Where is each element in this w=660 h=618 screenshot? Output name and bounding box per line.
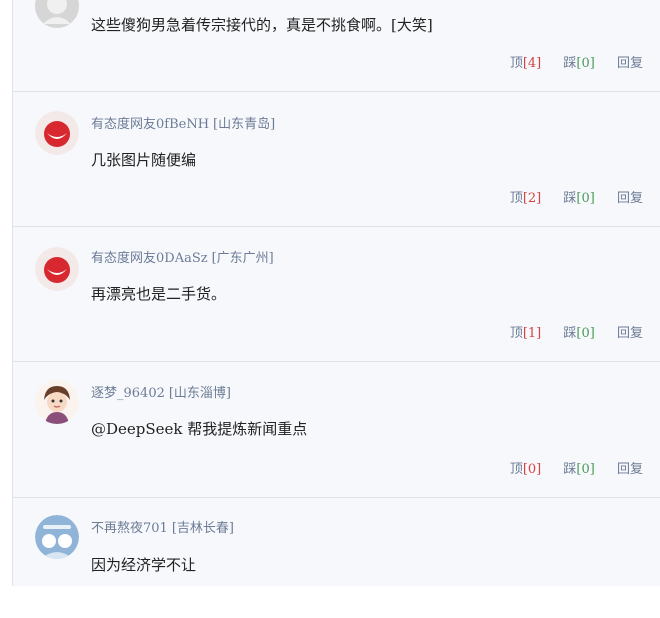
comment-list: 这些傻狗男急着传宗接代的，真是不挑食啊。[大笑] 顶[4] 踩[0] 回复 有态… (12, 0, 660, 586)
avatar[interactable] (35, 0, 79, 28)
upvote-button[interactable]: 顶[2] (510, 191, 541, 206)
downvote-button[interactable]: 踩[0] (563, 326, 594, 341)
location: [山东青岛] (213, 117, 276, 132)
upvote-label: 顶 (509, 56, 523, 71)
upvote-count: [2] (522, 191, 542, 206)
cartoon-avatar-icon (35, 515, 79, 559)
reply-button[interactable]: 回复 (617, 326, 643, 341)
upvote-label: 顶 (509, 191, 523, 206)
location: [吉林长春] (171, 521, 234, 536)
username[interactable]: 有态度网友0DAaSz (91, 251, 208, 266)
comment-actions: 顶[4] 踩[0] 回复 (492, 52, 643, 71)
comment-text: @DeepSeek 帮我提炼新闻重点 (91, 420, 308, 438)
downvote-label: 踩 (563, 326, 577, 341)
upvote-count: [4] (522, 56, 542, 71)
comment-actions: 顶[1] 踩[0] 回复 (492, 322, 643, 341)
username[interactable]: 不再熬夜701 (91, 521, 168, 536)
comment-text: 再漂亮也是二手货。 (91, 285, 227, 303)
downvote-label: 踩 (563, 56, 577, 71)
comment-item: 不再熬夜701 [吉林长春] 因为经济学不让 (13, 498, 660, 618)
cartoon-boy-avatar-icon (35, 380, 79, 424)
avatar[interactable] (35, 111, 79, 155)
upvote-button[interactable]: 顶[4] (510, 56, 541, 71)
comment-item: 逐梦_96402 [山东淄博] @DeepSeek 帮我提炼新闻重点 顶[0] 踩… (13, 362, 660, 498)
upvote-button[interactable]: 顶[0] (510, 462, 541, 477)
comment-item: 有态度网友0fBeNH [山东青岛] 几张图片随便编 顶[2] 踩[0] 回复 (13, 91, 660, 227)
location: [广东广州] (211, 251, 274, 266)
comment-meta: 不再熬夜701 [吉林长春] (91, 517, 234, 536)
reply-button[interactable]: 回复 (617, 462, 643, 477)
avatar[interactable] (35, 515, 79, 559)
username[interactable]: 逐梦_96402 (91, 386, 165, 401)
comment-text: 这些傻狗男急着传宗接代的，真是不挑食啊。[大笑] (91, 16, 433, 34)
netease-logo-icon (35, 111, 79, 155)
avatar[interactable] (35, 380, 79, 424)
comment-actions: 顶[2] 踩[0] 回复 (492, 187, 643, 206)
downvote-button[interactable]: 踩[0] (563, 462, 594, 477)
downvote-button[interactable]: 踩[0] (563, 191, 594, 206)
comment-item: 有态度网友0DAaSz [广东广州] 再漂亮也是二手货。 顶[1] 踩[0] 回复 (13, 227, 660, 362)
upvote-count: [1] (522, 326, 542, 341)
upvote-label: 顶 (509, 462, 523, 477)
downvote-count: [0] (576, 56, 595, 71)
reply-button[interactable]: 回复 (617, 191, 643, 206)
downvote-count: [0] (576, 326, 595, 341)
downvote-button[interactable]: 踩[0] (563, 56, 594, 71)
comment-item: 这些傻狗男急着传宗接代的，真是不挑食啊。[大笑] 顶[4] 踩[0] 回复 (13, 0, 660, 92)
comment-meta: 有态度网友0DAaSz [广东广州] (91, 247, 274, 266)
downvote-count: [0] (576, 462, 595, 477)
avatar[interactable] (35, 247, 79, 291)
downvote-label: 踩 (563, 191, 577, 206)
comment-text: 因为经济学不让 (91, 556, 197, 574)
upvote-button[interactable]: 顶[1] (510, 326, 541, 341)
reply-button[interactable]: 回复 (617, 56, 643, 71)
location: [山东淄博] (168, 386, 232, 401)
upvote-label: 顶 (509, 326, 523, 341)
downvote-label: 踩 (563, 462, 577, 477)
comment-text: 几张图片随便编 (91, 151, 197, 169)
netease-logo-icon (35, 247, 79, 291)
downvote-count: [0] (576, 191, 595, 206)
username[interactable]: 有态度网友0fBeNH (91, 117, 209, 132)
comment-meta: 有态度网友0fBeNH [山东青岛] (91, 113, 275, 132)
comment-actions: 顶[0] 踩[0] 回复 (492, 458, 643, 477)
default-avatar-icon (35, 0, 79, 28)
comment-meta: 逐梦_96402 [山东淄博] (91, 382, 231, 401)
upvote-count: [0] (522, 462, 542, 477)
